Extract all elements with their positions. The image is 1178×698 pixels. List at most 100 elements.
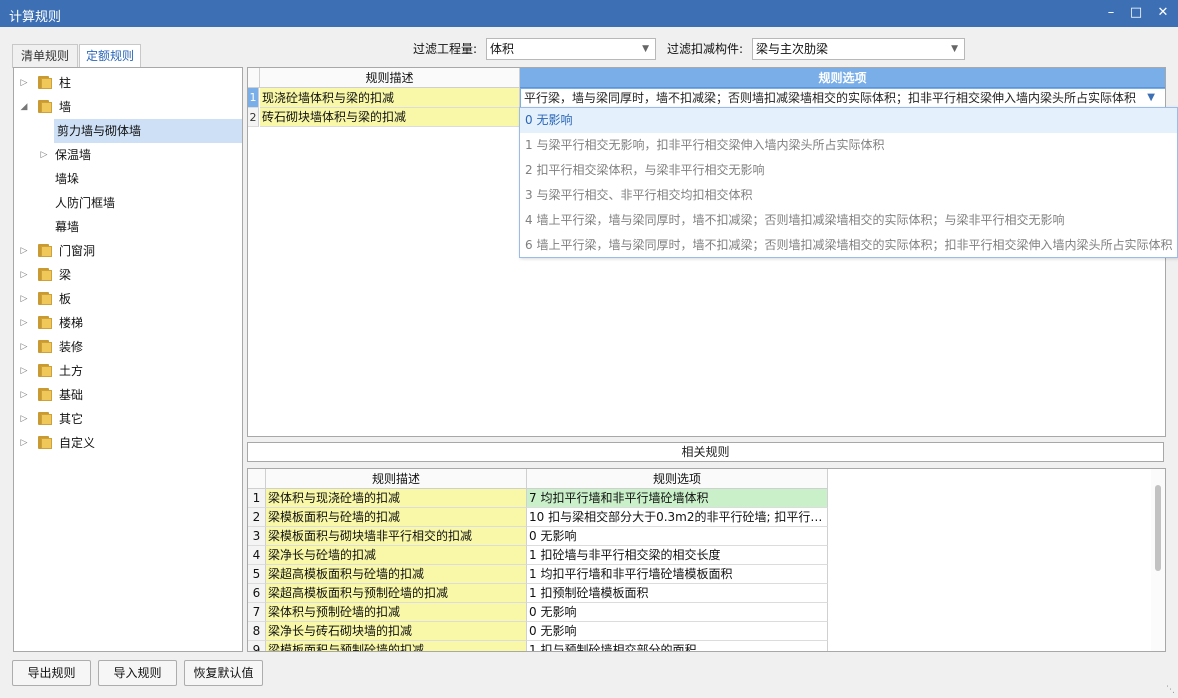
tree-item[interactable]: ◢ 墙 — [14, 95, 242, 119]
related-option-cell[interactable]: 1 扣与预制砼墙相交部分的面积 — [527, 641, 828, 651]
dropdown-option[interactable]: 6 墙上平行梁，墙与梁同厚时，墙不扣减梁；否则墙扣减梁墙相交的实际体积；扣非平行… — [520, 233, 1177, 257]
row-number[interactable]: 8 — [248, 622, 266, 641]
component-filter-select[interactable]: 梁与主次肋梁 ▼ — [752, 38, 965, 60]
related-option-cell[interactable]: 10 扣与梁相交部分大于0.3m2的非平行砼墙; 扣平行… — [527, 508, 828, 527]
rule-desc-cell[interactable]: 砖石砌块墙体积与梁的扣减 — [260, 108, 520, 127]
related-desc-cell[interactable]: 梁模板面积与砌块墙非平行相交的扣减 — [266, 527, 527, 546]
folder-icon — [38, 76, 52, 89]
tree-item[interactable]: 人防门框墙 — [14, 191, 242, 215]
dropdown-option[interactable]: 0 无影响 — [520, 108, 1177, 133]
related-desc-cell[interactable]: 梁模板面积与预制砼墙的扣减 — [266, 641, 527, 651]
tree-item[interactable]: 剪力墙与砌体墙 — [14, 119, 242, 143]
dropdown-arrow-icon[interactable]: ▼ — [1147, 89, 1155, 107]
dropdown-option[interactable]: 1 与梁平行相交无影响，扣非平行相交梁伸入墙内梁头所占实际体积 — [520, 133, 1177, 158]
tab-list-rules[interactable]: 清单规则 — [12, 44, 78, 68]
folder-icon — [38, 100, 52, 113]
related-desc-header: 规则描述 — [266, 469, 527, 489]
expand-icon[interactable]: ▷ — [38, 143, 50, 167]
tree-item[interactable]: ▷ 土方 — [14, 359, 242, 383]
row-number[interactable]: 4 — [248, 546, 266, 565]
dropdown-option[interactable]: 4 墙上平行梁，墙与梁同厚时，墙不扣减梁；否则墙扣减梁墙相交的实际体积；与梁非平… — [520, 208, 1177, 233]
tree-item[interactable]: ▷ 保温墙 — [14, 143, 242, 167]
component-tree: ▷ 柱 ◢ 墙剪力墙与砌体墙 ▷ 保温墙 墙垛 人防门框墙 幕墙 ▷ 门窗洞 ▷ 梁 ▷ 板 ▷ 楼梯 ▷ 装修 ▷ 土… — [13, 67, 243, 652]
related-option-cell[interactable]: 1 均扣平行墙和非平行墙砼墙模板面积 — [527, 565, 828, 584]
row-number[interactable]: 3 — [248, 527, 266, 546]
related-desc-cell[interactable]: 梁超高模板面积与砼墙的扣减 — [266, 565, 527, 584]
tree-item[interactable]: 墙垛 — [14, 167, 242, 191]
expand-icon[interactable]: ▷ — [18, 431, 30, 455]
maximize-icon[interactable]: □ — [1125, 3, 1147, 23]
tab-quota-rules[interactable]: 定额规则 — [79, 44, 141, 68]
related-option-cell[interactable]: 1 扣预制砼墙模板面积 — [527, 584, 828, 603]
related-option-cell[interactable]: 0 无影响 — [527, 622, 828, 641]
minimize-icon[interactable]: – — [1100, 3, 1122, 23]
tree-item-label: 保温墙 — [55, 148, 92, 162]
tree-item[interactable]: ▷ 梁 — [14, 263, 242, 287]
expand-icon[interactable]: ▷ — [18, 239, 30, 263]
row-number[interactable]: 5 — [248, 565, 266, 584]
dropdown-option[interactable]: 3 与梁平行相交、非平行相交均扣相交体积 — [520, 183, 1177, 208]
related-rules-title: 相关规则 — [247, 442, 1164, 462]
tree-item[interactable]: ▷ 自定义 — [14, 431, 242, 455]
related-rules-grid: 规则描述 规则选项 1 梁体积与现浇砼墙的扣减 7 均扣平行墙和非平行墙砼墙体积 2 梁… — [247, 468, 1166, 652]
related-desc-cell[interactable]: 梁净长与砖石砌块墙的扣减 — [266, 622, 527, 641]
expand-icon[interactable]: ▷ — [18, 335, 30, 359]
vertical-scrollbar[interactable] — [1151, 469, 1165, 651]
row-number[interactable]: 9 — [248, 641, 266, 651]
expand-icon[interactable]: ▷ — [18, 407, 30, 431]
tree-item[interactable]: ▷ 柱 — [14, 71, 242, 95]
tree-item[interactable]: ▷ 装修 — [14, 335, 242, 359]
related-desc-cell[interactable]: 梁超高模板面积与预制砼墙的扣减 — [266, 584, 527, 603]
tree-item-label: 墙垛 — [55, 172, 80, 186]
tree-item[interactable]: ▷ 基础 — [14, 383, 242, 407]
expand-icon[interactable]: ▷ — [18, 71, 30, 95]
export-rules-button[interactable]: 导出规则 — [12, 660, 91, 686]
rule-option-value: 平行梁，墙与梁同厚时，墙不扣减梁；否则墙扣减梁墙相交的实际体积；扣非平行相交梁伸… — [524, 91, 1137, 105]
restore-defaults-button[interactable]: 恢复默认值 — [184, 660, 263, 686]
rule-option-header: 规则选项 — [520, 68, 1165, 88]
scrollbar-thumb[interactable] — [1155, 485, 1161, 571]
resize-grip-icon[interactable]: ⋱ — [1166, 685, 1175, 695]
expand-icon[interactable]: ▷ — [18, 311, 30, 335]
related-option-cell[interactable]: 0 无影响 — [527, 527, 828, 546]
import-rules-button[interactable]: 导入规则 — [98, 660, 177, 686]
tree-item[interactable]: ▷ 门窗洞 — [14, 239, 242, 263]
row-number[interactable]: 1 — [248, 88, 259, 108]
expand-icon[interactable]: ▷ — [18, 359, 30, 383]
tree-item[interactable]: ▷ 其它 — [14, 407, 242, 431]
expand-icon[interactable]: ▷ — [18, 383, 30, 407]
expand-icon[interactable]: ▷ — [18, 263, 30, 287]
tree-item[interactable]: 幕墙 — [14, 215, 242, 239]
chevron-down-icon: ▼ — [642, 44, 649, 54]
tree-item[interactable]: ▷ 楼梯 — [14, 311, 242, 335]
row-number[interactable]: 6 — [248, 584, 266, 603]
quantity-filter-select[interactable]: 体积 ▼ — [486, 38, 656, 60]
related-desc-cell[interactable]: 梁净长与砼墙的扣减 — [266, 546, 527, 565]
related-option-cell[interactable]: 0 无影响 — [527, 603, 828, 622]
close-icon[interactable]: ✕ — [1152, 3, 1174, 23]
row-number[interactable]: 2 — [248, 108, 259, 127]
related-desc-cell[interactable]: 梁体积与预制砼墙的扣减 — [266, 603, 527, 622]
tree-item-label: 梁 — [59, 268, 72, 282]
component-filter-value: 梁与主次肋梁 — [756, 42, 829, 56]
tree-item[interactable]: ▷ 板 — [14, 287, 242, 311]
tree-item-label: 土方 — [59, 364, 84, 378]
rule-desc-header: 规则描述 — [260, 68, 520, 88]
grid-corner — [248, 68, 260, 88]
rule-option-combo[interactable]: 平行梁，墙与梁同厚时，墙不扣减梁；否则墙扣减梁墙相交的实际体积；扣非平行相交梁伸… — [520, 88, 1165, 108]
tree-item-label: 人防门框墙 — [55, 196, 116, 210]
rule-option-dropdown: 0 无影响 1 与梁平行相交无影响，扣非平行相交梁伸入墙内梁头所占实际体积 2 扣平… — [519, 107, 1178, 258]
row-number[interactable]: 2 — [248, 508, 266, 527]
related-desc-cell[interactable]: 梁体积与现浇砼墙的扣减 — [266, 489, 527, 508]
related-desc-cell[interactable]: 梁模板面积与砼墙的扣减 — [266, 508, 527, 527]
related-option-cell[interactable]: 1 扣砼墙与非平行相交梁的相交长度 — [527, 546, 828, 565]
collapse-icon[interactable]: ◢ — [18, 95, 30, 119]
rule-desc-cell[interactable]: 现浇砼墙体积与梁的扣减 — [260, 88, 520, 108]
quantity-filter-label: 过滤工程量: — [413, 42, 478, 56]
row-number[interactable]: 7 — [248, 603, 266, 622]
related-option-cell[interactable]: 7 均扣平行墙和非平行墙砼墙体积 — [527, 489, 828, 508]
window-title: 计算规则 — [9, 10, 62, 25]
dropdown-option[interactable]: 2 扣平行相交梁体积，与梁非平行相交无影响 — [520, 158, 1177, 183]
expand-icon[interactable]: ▷ — [18, 287, 30, 311]
row-number[interactable]: 1 — [248, 489, 266, 508]
